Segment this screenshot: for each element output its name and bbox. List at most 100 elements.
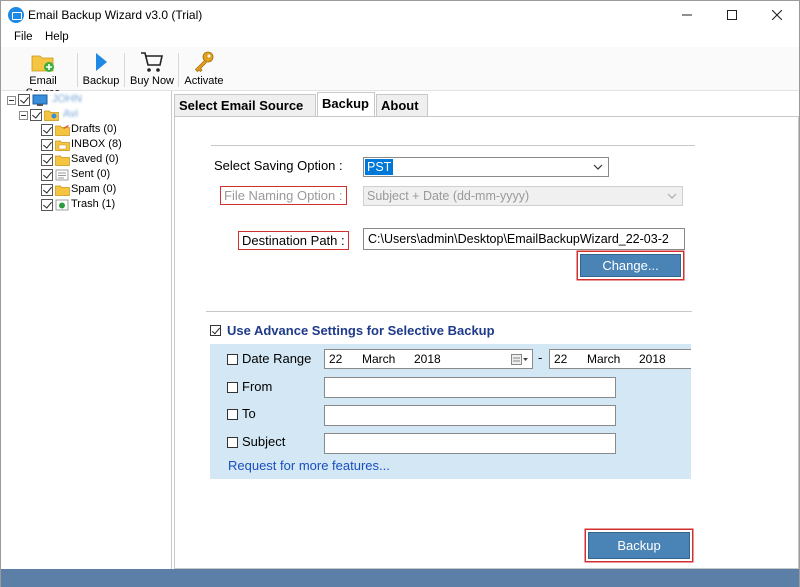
toolbar-divider [178, 53, 179, 87]
trash-folder-icon [55, 199, 69, 211]
toolbar-divider [124, 53, 125, 87]
date-from-day: 22 [329, 352, 343, 366]
advanced-settings-panel: Date Range 22 March 2018 - 22 March 2018… [210, 344, 691, 479]
add-folder-icon [31, 55, 54, 72]
tree-folder-checkbox[interactable] [41, 139, 53, 151]
minimize-button[interactable] [664, 1, 709, 29]
folder-icon [55, 185, 70, 196]
toolbar-divider [77, 53, 78, 87]
subject-checkbox[interactable] [227, 437, 238, 448]
buy-now-button[interactable]: Buy Now [129, 49, 175, 91]
date-from-year: 2018 [414, 352, 441, 366]
tree-folder-item[interactable]: Saved (0) [41, 153, 169, 168]
tree-folder-label: Sent (0) [71, 168, 111, 180]
window-title: Email Backup Wizard v3.0 (Trial) [28, 8, 203, 22]
date-to-year: 2018 [639, 352, 666, 366]
maximize-icon [726, 10, 737, 20]
subject-input[interactable] [324, 433, 616, 454]
tree-folder-checkbox[interactable] [41, 169, 53, 181]
chevron-down-icon [667, 193, 677, 199]
tree-folder-item[interactable]: Sent (0) [41, 168, 169, 183]
close-icon [771, 9, 782, 21]
calendar-dropdown-icon[interactable] [511, 354, 528, 365]
naming-option-label: File Naming Option : [220, 186, 347, 205]
tree-account[interactable]: Avi [19, 108, 169, 123]
date-range-checkbox[interactable] [227, 354, 238, 365]
request-features-link[interactable]: Request for more features... [228, 458, 390, 473]
menu-bar: File Help [1, 29, 799, 47]
title-bar: Email Backup Wizard v3.0 (Trial) [1, 1, 799, 29]
folder-tree: JOHN Avi Drafts (0) INBOX (8) Saved (0) Sen… [1, 91, 172, 569]
sent-folder-icon [55, 169, 69, 181]
backup-panel: Select Saving Option : PST File Naming O… [174, 116, 799, 569]
drafts-folder-icon [55, 125, 70, 136]
tree-folder-item[interactable]: INBOX (8) [41, 138, 169, 153]
saving-option-value: PST [365, 159, 394, 175]
minimize-icon [681, 14, 692, 16]
tab-select-email-source[interactable]: Select Email Source [174, 94, 316, 116]
computer-icon [32, 94, 48, 106]
advance-settings-label: Use Advance Settings for Selective Backu… [227, 323, 495, 338]
to-checkbox[interactable] [227, 409, 238, 420]
tree-folder-item[interactable]: Spam (0) [41, 183, 169, 198]
tree-folder-checkbox[interactable] [41, 184, 53, 196]
tree-root[interactable]: JOHN [7, 93, 167, 108]
backup-tool-label: Backup [82, 75, 120, 87]
buy-now-label: Buy Now [129, 75, 175, 87]
backup-button[interactable]: Backup [588, 532, 690, 559]
subject-label: Subject [242, 434, 286, 449]
collapse-icon[interactable] [7, 96, 16, 105]
from-input[interactable] [324, 377, 616, 398]
advance-settings-checkbox[interactable] [210, 325, 221, 336]
date-to-day: 22 [554, 352, 568, 366]
naming-option-select[interactable]: Subject + Date (dd-mm-yyyy) [363, 186, 683, 206]
tree-folder-checkbox[interactable] [41, 124, 53, 136]
key-icon [194, 51, 214, 73]
tree-folder-checkbox[interactable] [41, 199, 53, 211]
tree-root-checkbox[interactable] [18, 94, 30, 106]
destination-path-input[interactable]: C:\Users\admin\Desktop\EmailBackupWizard… [363, 228, 685, 250]
collapse-icon[interactable] [19, 111, 28, 120]
inbox-folder-icon [55, 140, 70, 151]
folder-icon [55, 155, 70, 166]
activate-button[interactable]: Activate [182, 49, 226, 91]
tree-folder-checkbox[interactable] [41, 154, 53, 166]
tree-folder-label: Trash (1) [71, 198, 116, 210]
destination-path-value: C:\Users\admin\Desktop\EmailBackupWizard… [368, 232, 669, 246]
tab-backup[interactable]: Backup [317, 92, 375, 116]
menu-help[interactable]: Help [45, 31, 69, 43]
cart-icon [141, 52, 163, 72]
change-button[interactable]: Change... [580, 254, 681, 277]
tree-account-label: Avi [63, 108, 79, 120]
date-from-month: March [362, 352, 396, 366]
to-input[interactable] [324, 405, 616, 426]
tree-folder-item[interactable]: Drafts (0) [41, 123, 169, 138]
date-from-picker[interactable]: 22 March 2018 [324, 349, 533, 369]
tree-folder-item[interactable]: Trash (1) [41, 198, 169, 213]
saving-option-select[interactable]: PST [363, 157, 609, 177]
date-range-label: Date Range [242, 351, 312, 366]
toolbar: Email Source Backup Buy Now Activate [1, 47, 799, 99]
saving-option-label: Select Saving Option : [214, 158, 343, 173]
divider [206, 311, 692, 312]
naming-option-value: Subject + Date (dd-mm-yyyy) [367, 189, 530, 203]
from-checkbox[interactable] [227, 382, 238, 393]
email-source-button[interactable]: Email Source [11, 49, 75, 99]
tree-folder-label: Saved (0) [71, 153, 119, 165]
close-button[interactable] [754, 1, 799, 29]
app-window: Email Backup Wizard v3.0 (Trial) File He… [0, 0, 800, 587]
app-logo-icon [8, 7, 24, 23]
destination-label: Destination Path : [238, 231, 349, 250]
maximize-button[interactable] [709, 1, 754, 29]
tab-about[interactable]: About [376, 94, 428, 116]
activate-label: Activate [184, 75, 224, 87]
chevron-down-icon [593, 164, 603, 170]
divider [211, 145, 695, 146]
tree-folder-label: INBOX (8) [71, 138, 122, 150]
backup-tool-button[interactable]: Backup [82, 49, 120, 91]
tree-account-checkbox[interactable] [30, 109, 42, 121]
menu-file[interactable]: File [14, 31, 33, 43]
status-bar [1, 569, 799, 587]
date-to-picker[interactable]: 22 March 2018 [549, 349, 691, 369]
play-icon [96, 53, 107, 71]
